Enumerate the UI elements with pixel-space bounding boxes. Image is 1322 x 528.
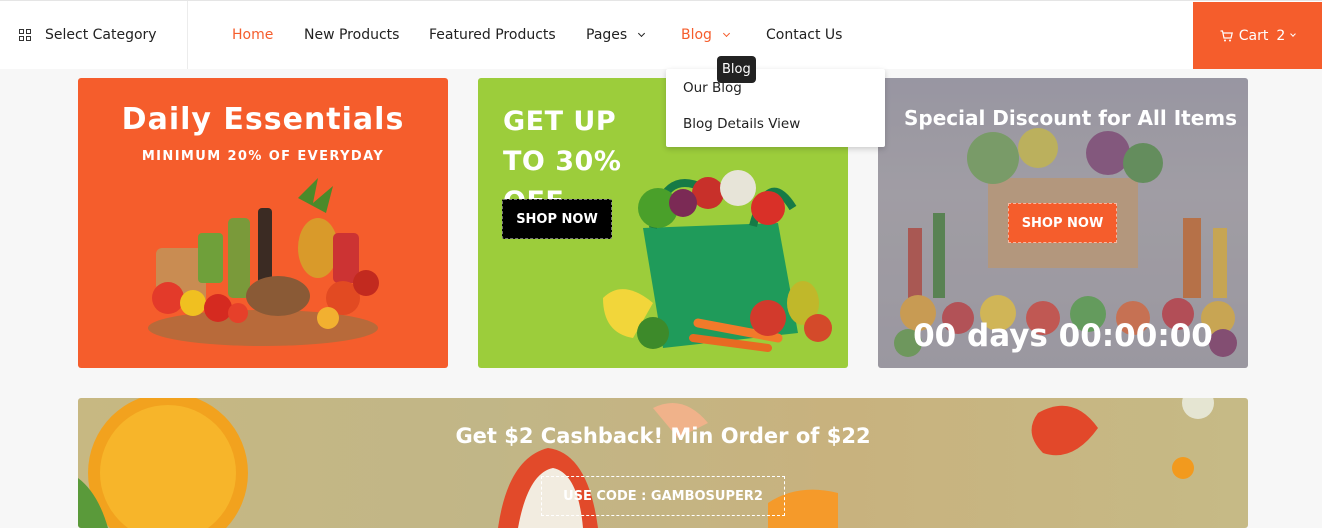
- cart-label: Cart: [1238, 27, 1269, 44]
- green-grocery-bag-image: [603, 170, 832, 352]
- grocery-basket-image: [148, 178, 379, 346]
- cashback-title: Get $2 Cashback! Min Order of $22: [455, 424, 871, 448]
- cart-count: 2: [1276, 27, 1286, 44]
- nav-home[interactable]: Home: [232, 1, 273, 69]
- nav-pages-label: Pages: [586, 27, 628, 43]
- chevron-down-icon: [1290, 30, 1297, 37]
- nav-pages[interactable]: Pages: [586, 1, 646, 69]
- cart-button[interactable]: Cart 2: [1193, 2, 1322, 69]
- nav-new-products-label: New Products: [304, 27, 400, 43]
- chevron-down-icon: [722, 29, 730, 37]
- blog-tooltip: Blog: [717, 56, 756, 83]
- special-discount-banner[interactable]: Special Discount for All Items SHOP NOW …: [878, 78, 1248, 368]
- countdown-timer: 00 days 00:00:00: [913, 318, 1213, 354]
- blog-dropdown-menu: Our Blog Blog Details View: [666, 69, 885, 147]
- cart-icon: [1220, 29, 1233, 41]
- banner-title: Daily Essentials: [121, 102, 405, 137]
- select-category-label: Select Category: [45, 27, 157, 43]
- grid-icon: [19, 29, 31, 41]
- nav-blog-label: Blog: [681, 27, 712, 43]
- promo-code-box[interactable]: USE CODE : GAMBOSUPER2: [541, 476, 785, 516]
- nav-featured-products-label: Featured Products: [429, 27, 556, 43]
- cashback-banner[interactable]: Get $2 Cashback! Min Order of $22 USE CO…: [78, 398, 1248, 528]
- top-navigation-bar: Select Category Home New Products Featur…: [0, 0, 1322, 69]
- daily-essentials-banner[interactable]: Daily Essentials MINIMUM 20% OF EVERYDAY: [78, 78, 448, 368]
- chevron-down-icon: [638, 29, 646, 37]
- shop-now-button[interactable]: SHOP NOW: [1008, 203, 1117, 243]
- nav-home-label: Home: [232, 27, 274, 43]
- select-category-button[interactable]: Select Category: [0, 1, 188, 69]
- banner-title: Special Discount for All Items: [904, 106, 1237, 130]
- nav-new-products[interactable]: New Products: [304, 1, 399, 69]
- nav-contact-us[interactable]: Contact Us: [766, 1, 842, 69]
- nav-featured-products[interactable]: Featured Products: [429, 1, 556, 69]
- nav-contact-us-label: Contact Us: [766, 27, 843, 43]
- banner-subtitle: MINIMUM 20% OF EVERYDAY: [141, 149, 385, 164]
- dropdown-item-blog-details-view[interactable]: Blog Details View: [683, 116, 800, 132]
